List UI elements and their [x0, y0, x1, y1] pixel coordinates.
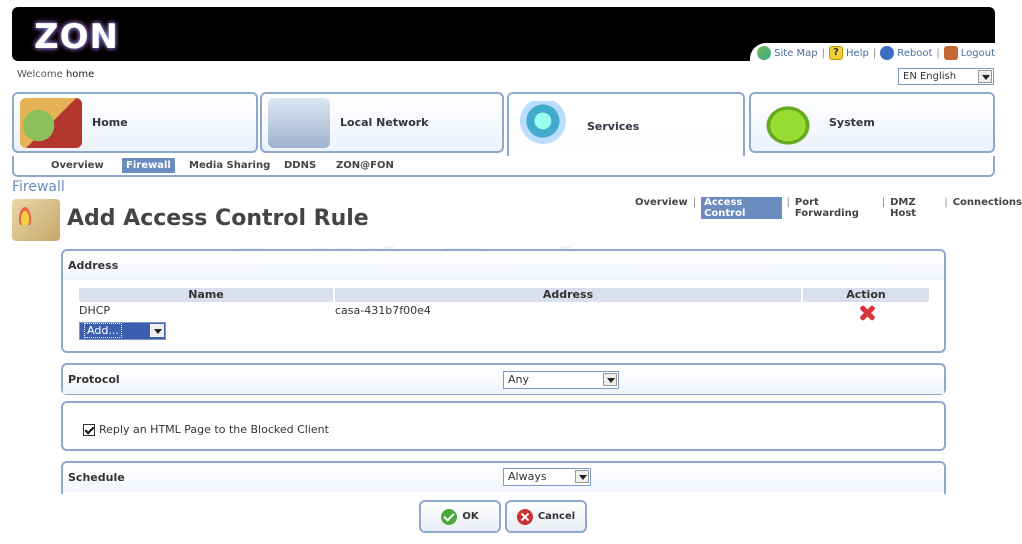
help-label: Help: [846, 47, 869, 59]
network-icon: [268, 97, 330, 148]
link-dmz-host[interactable]: DMZ Host: [890, 197, 939, 219]
ok-button[interactable]: OK: [419, 500, 501, 533]
language-value: EN English: [903, 71, 957, 82]
row-name: DHCP: [79, 304, 111, 317]
home-icon: [20, 97, 82, 148]
column-name: Name: [79, 288, 333, 302]
divider: |: [786, 197, 790, 208]
firewall-icon: [12, 199, 60, 241]
protocol-panel: Protocol Any: [61, 363, 946, 395]
address-panel: Address Name Address Action DHCP casa-43…: [61, 249, 946, 353]
welcome-text: Welcome home: [17, 69, 94, 80]
sitemap-icon: [757, 46, 772, 60]
protocol-value: Any: [508, 373, 530, 386]
zon-logo: ZON: [34, 17, 120, 57]
link-port-forwarding[interactable]: Port Forwarding: [795, 197, 877, 219]
cancel-icon: [516, 508, 533, 525]
reply-checkbox-label: Reply an HTML Page to the Blocked Client: [99, 423, 329, 436]
tab-services[interactable]: Services: [507, 92, 745, 158]
tab-system-label: System: [829, 116, 875, 129]
protocol-select[interactable]: Any: [503, 371, 619, 389]
logout-label: Logout: [960, 47, 995, 59]
divider: |: [881, 197, 886, 208]
cancel-button[interactable]: Cancel: [505, 500, 587, 533]
column-address: Address: [335, 288, 801, 302]
divider: |: [944, 197, 948, 208]
subnav-zon-fon[interactable]: ZON@FON: [336, 160, 394, 171]
link-connections[interactable]: Connections: [953, 197, 1022, 219]
welcome-user: home: [65, 69, 95, 80]
divider: |: [692, 197, 697, 208]
schedule-value: Always: [508, 470, 547, 483]
tab-home[interactable]: Home: [12, 92, 258, 153]
ok-label: OK: [462, 511, 479, 522]
chevron-down-icon[interactable]: [978, 70, 992, 83]
link-overview[interactable]: Overview: [635, 197, 688, 219]
site-map-link[interactable]: Site Map: [757, 46, 818, 60]
subnav-ddns[interactable]: DDNS: [284, 160, 316, 171]
reply-panel: Reply an HTML Page to the Blocked Client: [61, 401, 946, 451]
services-subnav: Overview Firewall Media Sharing DDNS ZON…: [12, 156, 995, 177]
subnav-media-sharing[interactable]: Media Sharing: [189, 160, 270, 171]
add-address-select[interactable]: Add...: [79, 322, 166, 340]
page-title: Add Access Control Rule: [67, 206, 369, 231]
logout-link[interactable]: Logout: [943, 46, 995, 60]
chevron-down-icon[interactable]: [575, 470, 589, 483]
help-icon: ?: [829, 46, 844, 60]
schedule-panel: Schedule Always: [61, 461, 946, 494]
reboot-icon: [880, 46, 895, 60]
site-map-label: Site Map: [774, 47, 818, 59]
welcome-prefix: Welcome: [17, 69, 63, 80]
firewall-subnav: Overview | Access Control | Port Forward…: [635, 197, 1022, 219]
reply-checkbox[interactable]: [83, 424, 95, 436]
address-title: Address: [63, 251, 944, 280]
address-table-header: Name Address Action: [79, 288, 931, 302]
subnav-firewall[interactable]: Firewall: [122, 158, 175, 173]
services-icon: [515, 101, 577, 151]
tab-local-network-label: Local Network: [340, 116, 429, 129]
tab-home-label: Home: [92, 116, 128, 129]
divider: |: [872, 47, 877, 59]
reboot-link[interactable]: Reboot: [880, 46, 932, 60]
divider: |: [821, 47, 826, 59]
row-address: casa-431b7f00e4: [335, 304, 431, 317]
schedule-select[interactable]: Always: [503, 468, 591, 486]
tab-services-label: Services: [587, 119, 640, 133]
cancel-label: Cancel: [537, 511, 576, 522]
chevron-down-icon[interactable]: [603, 373, 617, 386]
delete-icon[interactable]: [858, 304, 876, 322]
router-icon: [757, 97, 819, 148]
top-links: Site Map | ? Help | Reboot | Logout: [757, 46, 995, 60]
language-select[interactable]: EN English: [898, 68, 994, 85]
chevron-down-icon[interactable]: [150, 324, 164, 337]
logout-icon: [943, 46, 958, 60]
section-title: Firewall: [12, 179, 65, 195]
tab-system[interactable]: System: [749, 92, 995, 153]
subnav-overview[interactable]: Overview: [51, 160, 104, 171]
column-action: Action: [803, 288, 929, 302]
divider: |: [936, 47, 940, 59]
tab-local-network[interactable]: Local Network: [260, 92, 504, 153]
check-icon: [441, 508, 458, 525]
link-access-control[interactable]: Access Control: [701, 197, 782, 219]
help-link[interactable]: ? Help: [829, 46, 869, 60]
add-select-value: Add...: [84, 323, 122, 338]
reboot-label: Reboot: [897, 47, 933, 59]
